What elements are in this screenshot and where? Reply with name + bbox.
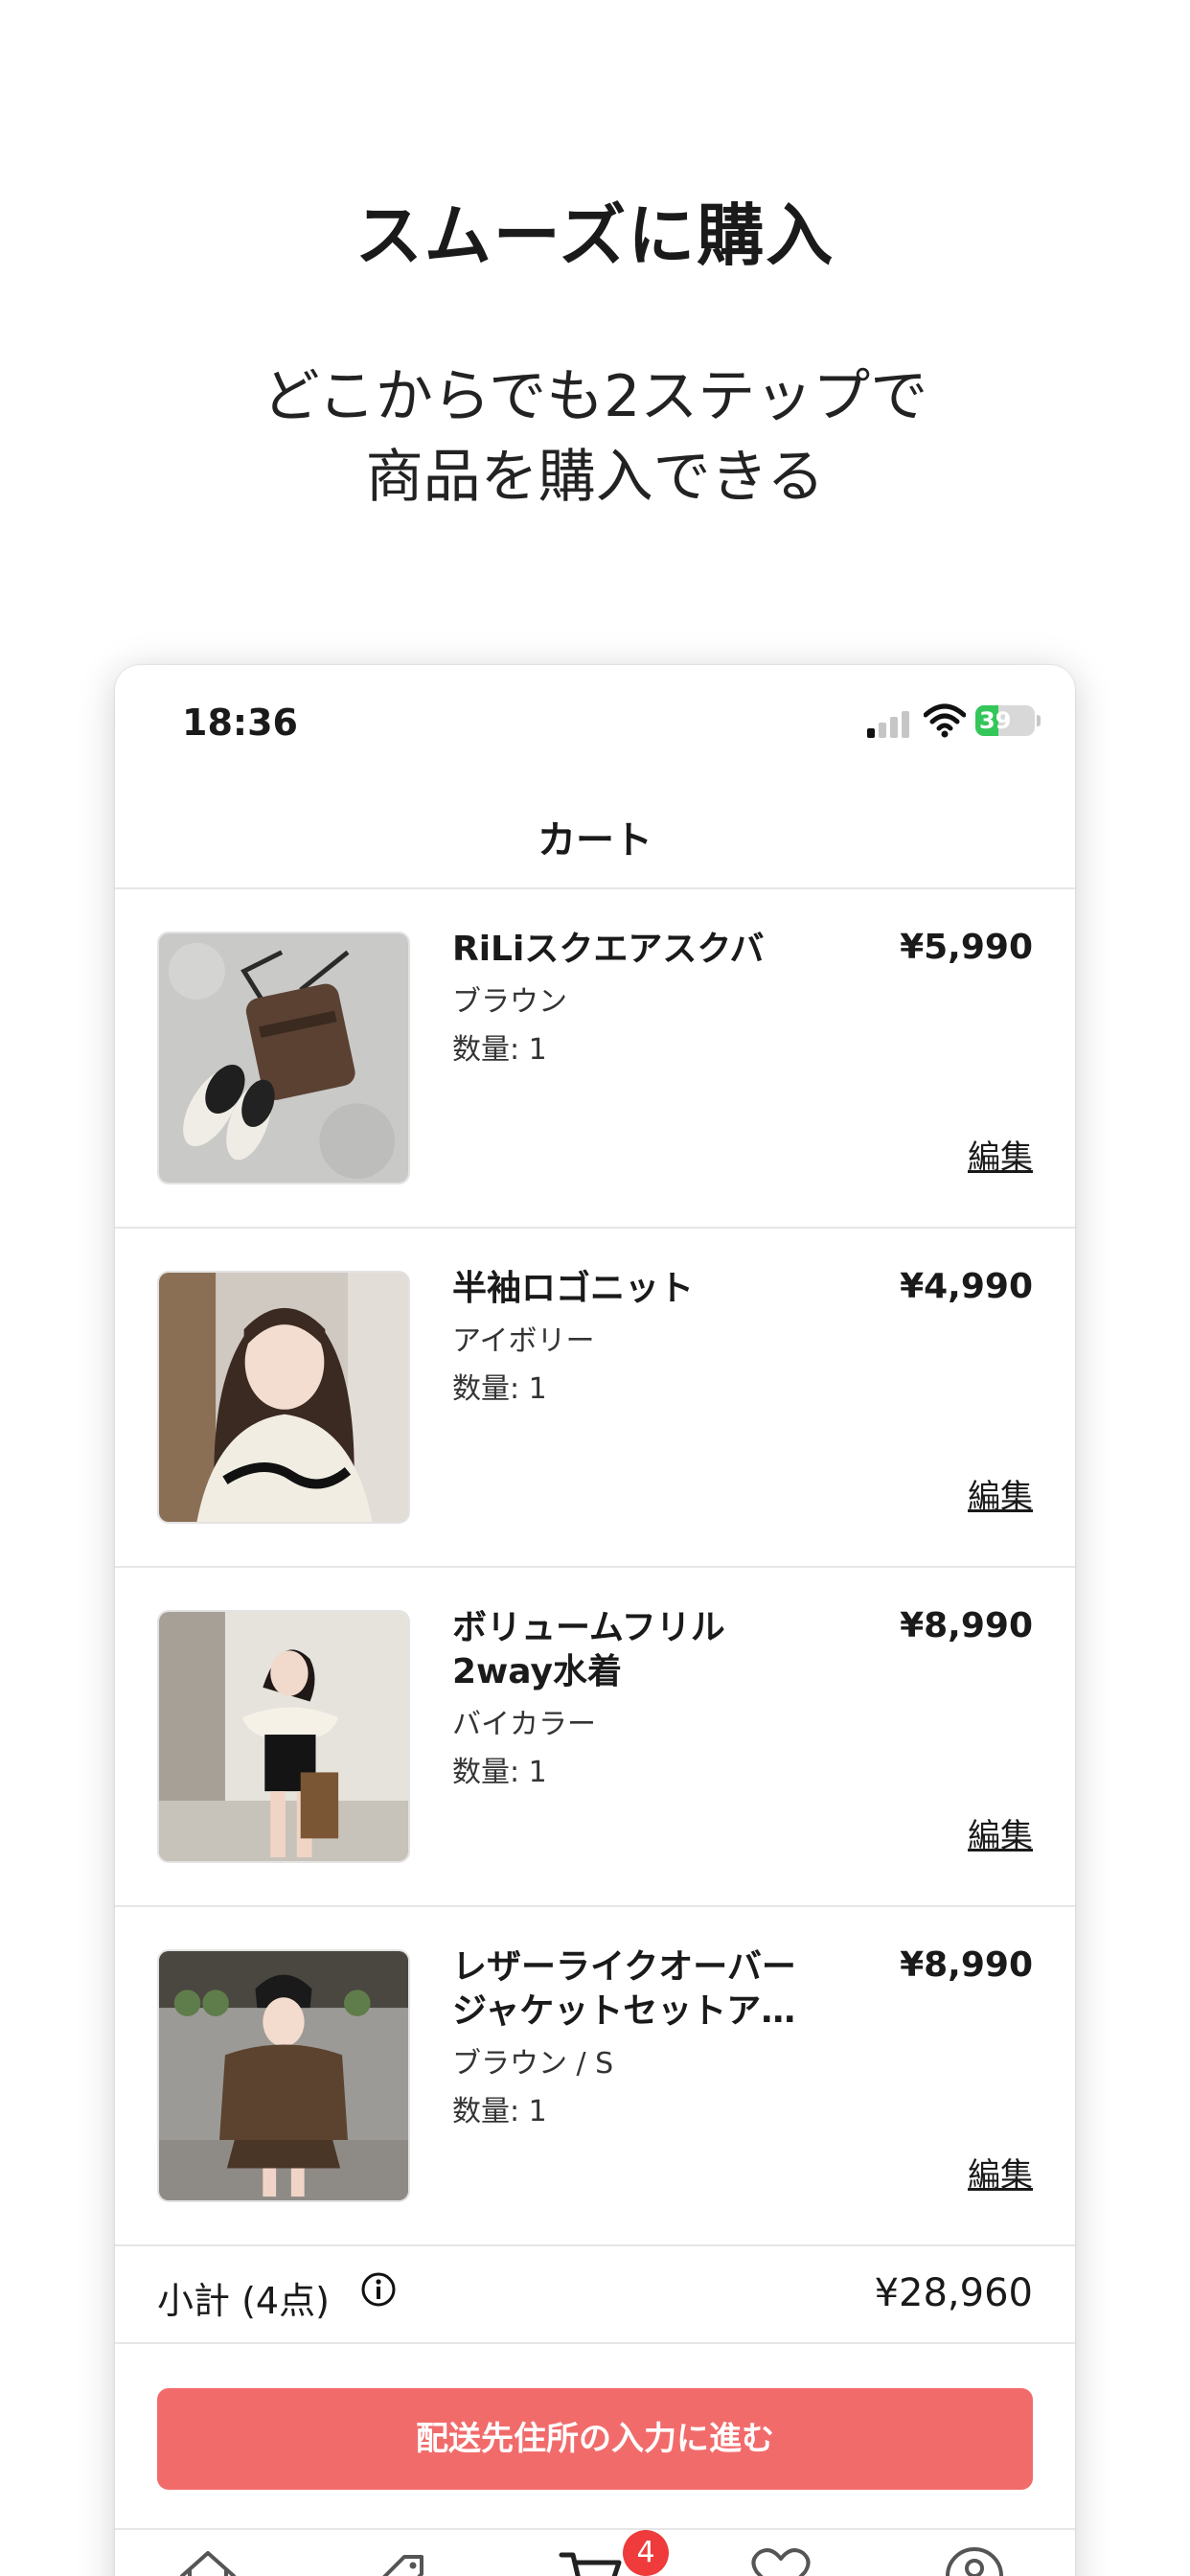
cart-item[interactable]: RiLiスクエアスクバ ¥5,990 ブラウン 数量: 1 編集: [115, 889, 1075, 1229]
battery-nub: [1037, 715, 1041, 726]
product-name-line-2: ジャケットセットア…: [452, 1991, 796, 2031]
product-name-line-1: レザーライクオーバー: [452, 1947, 796, 1987]
account-icon[interactable]: [941, 2543, 1008, 2576]
edit-button[interactable]: 編集: [968, 1470, 1033, 1517]
status-bar: 18:36 39: [115, 665, 1075, 780]
subtotal-label: 小計 (4点): [157, 2280, 330, 2322]
phone-screen: 18:36 39 カート RiLiスクエアスクバ ¥5,990 ブラウン 数量:…: [115, 665, 1075, 2576]
product-name: レザーライクオーバー ジャケットセットア…: [452, 1945, 864, 2034]
product-name-line-2: 2way水着: [452, 1652, 622, 1691]
product-price: ¥8,990: [900, 1606, 1033, 1645]
product-price: ¥5,990: [900, 928, 1033, 967]
product-image[interactable]: [157, 1271, 410, 1524]
status-time: 18:36: [182, 702, 298, 744]
cart-badge: 4: [623, 2530, 669, 2576]
product-image[interactable]: [157, 932, 410, 1184]
product-quantity: 数量: 1: [452, 1756, 547, 1789]
tab-bar-divider: [115, 2528, 1075, 2530]
tag-icon[interactable]: [366, 2543, 433, 2576]
product-name: ボリュームフリル 2way水着: [452, 1606, 864, 1694]
product-image[interactable]: [157, 1949, 410, 2202]
heart-icon[interactable]: [747, 2543, 814, 2576]
promo-subline: どこからでも2ステップで 商品を購入できる: [0, 356, 1190, 518]
wifi-icon: [923, 703, 967, 738]
promo-subline-line-2: 商品を購入できる: [365, 444, 825, 511]
product-quantity: 数量: 1: [452, 1033, 547, 1067]
product-quantity: 数量: 1: [452, 2095, 547, 2128]
product-name: 半袖ロゴニット: [452, 1267, 864, 1311]
cellular-signal-icon: [867, 707, 911, 738]
cart-icon[interactable]: [558, 2543, 625, 2576]
promo-headline: スムーズに購入: [355, 196, 835, 275]
checkout-button[interactable]: 配送先住所の入力に進む: [157, 2388, 1033, 2490]
subtotal-row: 小計 (4点) ¥28,960: [115, 2242, 1075, 2342]
page-title: カート: [538, 818, 652, 862]
product-variant: バイカラー: [452, 1708, 596, 1741]
product-price: ¥8,990: [900, 1945, 1033, 1985]
battery-icon: 39: [975, 705, 1035, 736]
subtotal-value: ¥28,960: [874, 2271, 1033, 2315]
product-name-line-1: RiLiスクエアスクバ: [452, 930, 765, 969]
cart-item[interactable]: ボリュームフリル 2way水着 ¥8,990 バイカラー 数量: 1 編集: [115, 1568, 1075, 1907]
product-name-line-1: ボリュームフリル: [452, 1608, 725, 1647]
product-variant: アイボリー: [452, 1324, 595, 1358]
info-icon[interactable]: [360, 2271, 397, 2308]
subtotal-divider: [115, 2342, 1075, 2344]
cart-item[interactable]: 半袖ロゴニット ¥4,990 アイボリー 数量: 1 編集: [115, 1229, 1075, 1568]
edit-button[interactable]: 編集: [968, 2149, 1033, 2196]
product-variant: ブラウン: [452, 985, 567, 1019]
product-name-line-1: 半袖ロゴニット: [452, 1269, 695, 1308]
product-name: RiLiスクエアスクバ: [452, 928, 864, 972]
edit-button[interactable]: 編集: [968, 1131, 1033, 1178]
battery-percent: 39: [979, 707, 1012, 734]
home-icon[interactable]: [174, 2543, 241, 2576]
product-price: ¥4,990: [900, 1267, 1033, 1306]
product-quantity: 数量: 1: [452, 1372, 547, 1406]
product-image[interactable]: [157, 1610, 410, 1863]
cart-item[interactable]: レザーライクオーバー ジャケットセットア… ¥8,990 ブラウン / S 数量…: [115, 1907, 1075, 2246]
edit-button[interactable]: 編集: [968, 1809, 1033, 1856]
promo-subline-line-1: どこからでも2ステップで: [262, 363, 928, 430]
product-variant: ブラウン / S: [452, 2047, 614, 2081]
